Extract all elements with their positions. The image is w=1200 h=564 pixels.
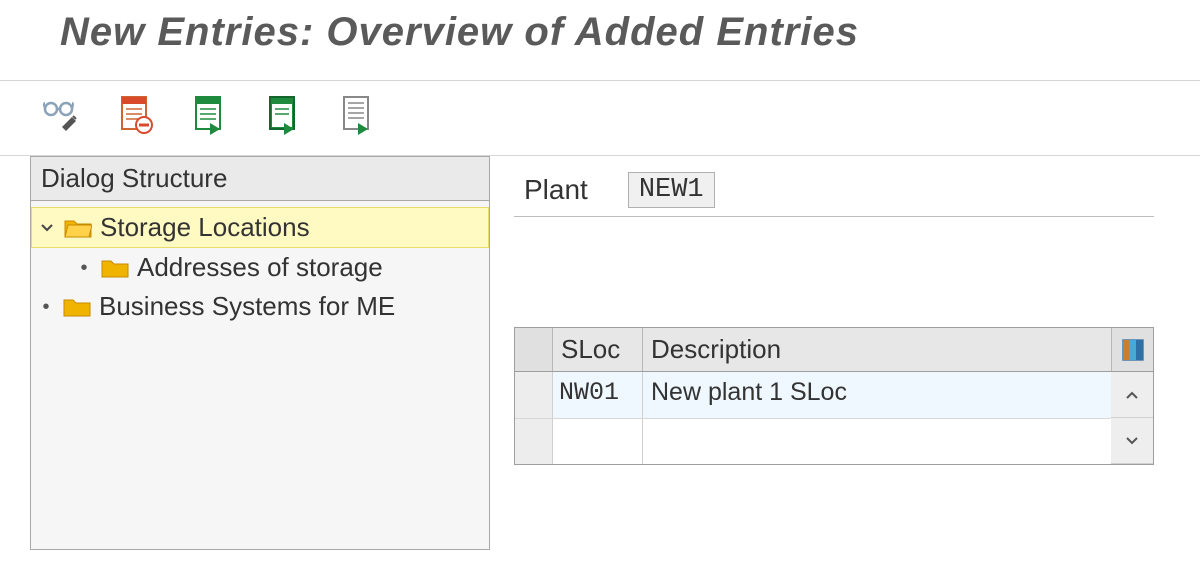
expander-icon[interactable] xyxy=(38,219,56,237)
description-cell[interactable]: New plant 1 SLoc xyxy=(643,372,1111,418)
plant-field-row: Plant NEW1 xyxy=(514,166,1154,217)
scroll-down-button[interactable] xyxy=(1111,418,1153,464)
dialog-structure-header: Dialog Structure xyxy=(31,157,489,201)
table-row[interactable] xyxy=(515,418,1111,464)
grid-header-sloc[interactable]: SLoc xyxy=(553,328,643,371)
dialog-structure-pane: Dialog Structure Storage Locations • xyxy=(30,156,490,550)
select-all-icon xyxy=(192,95,228,135)
display-change-icon xyxy=(42,97,82,133)
tree-label: Addresses of storage xyxy=(137,252,383,283)
tree-label: Business Systems for ME xyxy=(99,291,395,322)
folder-icon xyxy=(63,296,91,318)
chevron-down-icon xyxy=(1124,433,1140,449)
row-selector[interactable] xyxy=(515,372,553,418)
delete-row-icon xyxy=(118,95,154,135)
vertical-scrollbar[interactable] xyxy=(1111,372,1153,464)
folder-open-icon xyxy=(64,217,92,239)
toolbar xyxy=(0,81,1200,155)
page-title: New Entries: Overview of Added Entries xyxy=(0,0,1200,80)
table-settings-icon xyxy=(1121,338,1145,362)
display-change-button[interactable] xyxy=(40,93,84,137)
sloc-cell[interactable] xyxy=(553,419,643,464)
table-row[interactable]: NW01 New plant 1 SLoc xyxy=(515,372,1111,418)
sloc-grid: SLoc Description NW01 New pl xyxy=(514,327,1154,465)
tree-node-business-systems[interactable]: • Business Systems for ME xyxy=(31,287,489,326)
tree: Storage Locations • Addresses of storage… xyxy=(31,201,489,326)
deselect-all-button[interactable] xyxy=(262,93,306,137)
description-cell[interactable] xyxy=(643,419,1111,464)
sloc-cell[interactable]: NW01 xyxy=(553,372,643,418)
row-selector[interactable] xyxy=(515,419,553,464)
plant-value[interactable]: NEW1 xyxy=(628,172,715,208)
grid-header: SLoc Description xyxy=(515,328,1153,372)
main-layout: Dialog Structure Storage Locations • xyxy=(0,156,1200,550)
bullet-icon: • xyxy=(37,297,55,317)
configuration-button[interactable] xyxy=(336,93,380,137)
bullet-icon: • xyxy=(75,258,93,278)
grid-header-description[interactable]: Description xyxy=(643,328,1111,371)
tree-node-storage-locations[interactable]: Storage Locations xyxy=(31,207,489,248)
deselect-all-icon xyxy=(266,95,302,135)
detail-pane: Plant NEW1 SLoc Description xyxy=(514,156,1200,550)
plant-label: Plant xyxy=(524,174,588,206)
grid-body: NW01 New plant 1 SLoc xyxy=(515,372,1153,464)
select-all-button[interactable] xyxy=(188,93,232,137)
tree-label: Storage Locations xyxy=(100,212,310,243)
tree-node-addresses[interactable]: • Addresses of storage xyxy=(31,248,489,287)
grid-config-button[interactable] xyxy=(1111,328,1153,371)
grid-header-selector[interactable] xyxy=(515,328,553,371)
delete-row-button[interactable] xyxy=(114,93,158,137)
chevron-up-icon xyxy=(1124,387,1140,403)
configuration-icon xyxy=(340,95,376,135)
folder-icon xyxy=(101,257,129,279)
scroll-up-button[interactable] xyxy=(1111,372,1153,418)
